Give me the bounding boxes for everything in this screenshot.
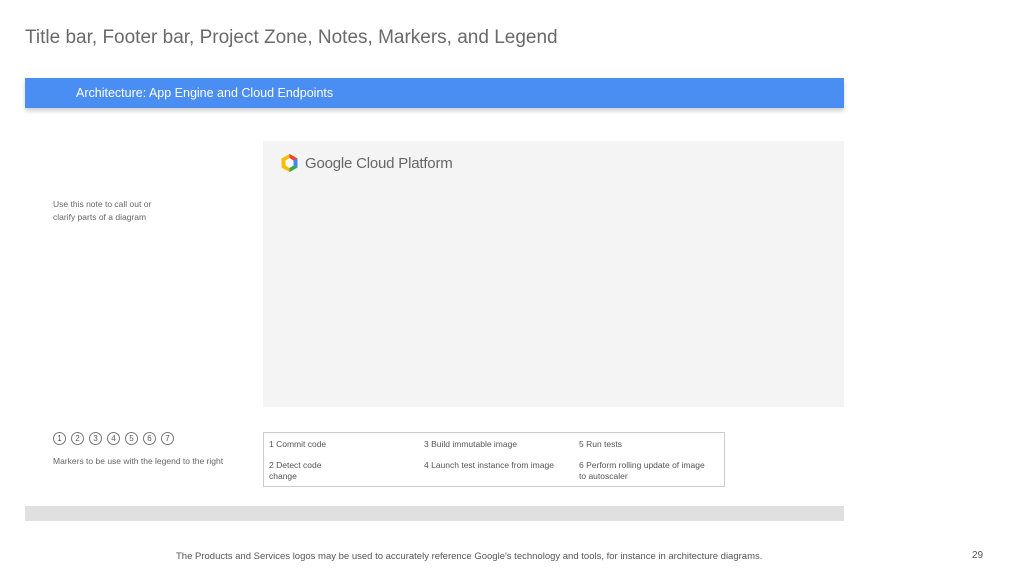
marker-2: 2 <box>71 432 84 445</box>
marker-3: 3 <box>89 432 102 445</box>
marker-4: 4 <box>107 432 120 445</box>
marker-1: 1 <box>53 432 66 445</box>
google-cloud-hexagon-icon <box>281 154 298 172</box>
title-bar-text: Architecture: App Engine and Cloud Endpo… <box>76 86 334 100</box>
footer-bar <box>25 506 844 521</box>
slide-title: Title bar, Footer bar, Project Zone, Not… <box>25 27 558 48</box>
title-bar: Architecture: App Engine and Cloud Endpo… <box>25 78 844 108</box>
footer-disclaimer: The Products and Services logos may be u… <box>176 551 763 562</box>
markers-row: 1 2 3 4 5 6 7 <box>53 432 174 445</box>
legend-item-4: 4 Launch test instance from image <box>424 460 554 470</box>
legend-item-2: 2 Detect code change <box>269 460 322 481</box>
legend-item-3: 3 Build immutable image <box>424 439 518 449</box>
gcp-logo-text: Google Cloud Platform <box>305 154 453 172</box>
markers-note: Markers to be use with the legend to the… <box>53 456 224 466</box>
page-number: 29 <box>972 550 984 561</box>
marker-5: 5 <box>125 432 138 445</box>
note-callout: Use this note to call out or clarify par… <box>53 199 152 222</box>
legend-item-5: 5 Run tests <box>579 439 622 449</box>
legend: 1 Commit code 2 Detect code change 3 Bui… <box>263 432 725 487</box>
gcp-logo: Google Cloud Platform <box>280 153 453 173</box>
marker-6: 6 <box>143 432 156 445</box>
marker-7: 7 <box>161 432 174 445</box>
project-zone: Google Cloud Platform <box>263 141 844 407</box>
legend-item-6: 6 Perform rolling update of image to aut… <box>579 460 705 481</box>
legend-item-1: 1 Commit code <box>269 439 327 449</box>
